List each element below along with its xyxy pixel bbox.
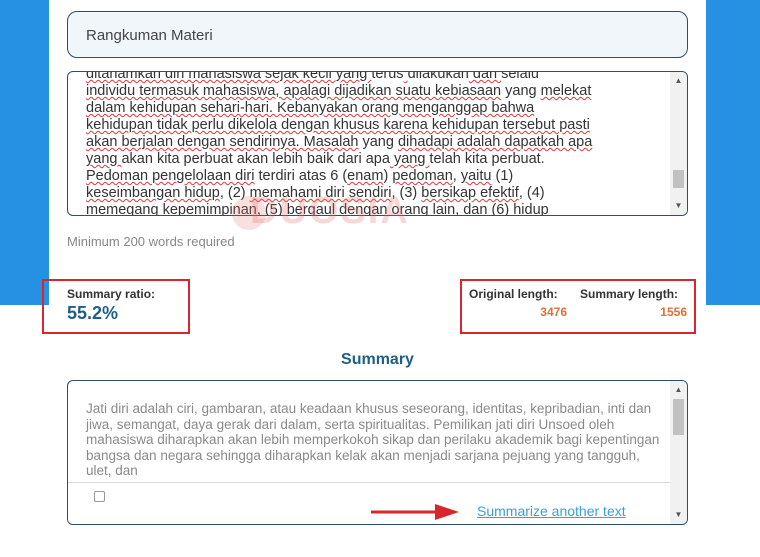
text-segment: telah kita perbuat. [429, 151, 545, 167]
summary-length-label: Summary length: [580, 287, 679, 301]
summary-text: Jati diri adalah ciri, gambaran, atau ke… [86, 401, 660, 478]
original-text-line: Pedoman pengelolaan diri terdiri atas 6 … [86, 168, 646, 185]
text-segment: (1) [491, 168, 514, 184]
text-segment: terdiri atas 6 ( [254, 168, 348, 184]
text-segment: yaitu [460, 168, 492, 184]
scroll-thumb[interactable] [673, 170, 684, 188]
text-segment: akan berjalan dengan sendirinya. Masalah [86, 134, 359, 150]
text-segment: pedoman [392, 168, 453, 184]
scroll-thumb[interactable] [673, 399, 684, 435]
summary-scrollbar[interactable]: ▲ ▼ [670, 381, 687, 524]
text-segment: yang [389, 151, 430, 167]
text-segment: ) [383, 168, 393, 184]
summary-heading: Summary [341, 351, 414, 368]
text-segment: hidup [513, 202, 549, 216]
summary-ratio-label: Summary ratio: [67, 287, 156, 301]
text-segment: ditanamkan diri mahasiswa sejak kecil ya… [86, 71, 372, 82]
original-text-line: kehidupan tidak perlu dikelola dengan kh… [86, 117, 646, 134]
original-text-line: ditanamkan diri mahasiswa sejak kecil ya… [86, 71, 646, 83]
text-segment: melekat [540, 83, 592, 99]
text-segment: dan [468, 71, 502, 82]
original-text-scrollbar[interactable]: ▲ ▼ [670, 72, 687, 215]
text-segment: , (4) [518, 185, 545, 201]
original-text-line: individu termasuk mahasiswa, apalagi dij… [86, 83, 646, 100]
select-checkbox[interactable] [94, 491, 105, 502]
text-segment: individu termasuk mahasiswa, apalagi dij… [86, 83, 502, 99]
original-text-line: akan berjalan dengan sendirinya. Masalah… [86, 134, 646, 151]
word-requirement-hint: Minimum 200 words required [67, 234, 235, 249]
text-segment: keseimbangan hidup [86, 185, 220, 201]
original-text-line: yang akan kita perbuat akan lebih baik d… [86, 151, 646, 168]
original-text-line: dalam kehidupan sehari-hari. Kebanyakan … [86, 100, 646, 117]
original-length-value: 3476 [540, 305, 567, 319]
text-segment: yang [358, 134, 398, 150]
text-segment: dilakukan [407, 71, 469, 82]
text-segment: Pedoman pengelolaan diri [86, 168, 255, 184]
summary-length-value: 1556 [660, 305, 687, 319]
text-segment: yang [501, 83, 541, 99]
summary-footer: Summarize another text [68, 482, 671, 524]
scroll-up-icon[interactable]: ▲ [670, 74, 687, 88]
text-segment: enam [347, 168, 384, 184]
text-segment: bersikap efektif [421, 185, 519, 201]
watermark: DUOSIA [250, 190, 410, 232]
scroll-down-icon[interactable]: ▼ [670, 199, 687, 213]
summary-ratio-value: 55.2% [67, 303, 119, 323]
text-segment: selalu [501, 71, 539, 82]
title-input[interactable]: Rangkuman Materi [67, 11, 688, 58]
text-segment: dihadapi adalah dapatkah apa [397, 134, 593, 150]
original-length-label: Original length: [469, 287, 558, 301]
scroll-up-icon[interactable]: ▲ [670, 383, 687, 397]
text-segment: terus [371, 71, 404, 82]
red-arrow-icon [371, 504, 459, 520]
text-segment: akan kita perbuat akan lebih baik dari a… [121, 151, 390, 167]
text-segment: yang [86, 151, 122, 167]
text-segment: , [452, 168, 461, 184]
scroll-down-icon[interactable]: ▼ [670, 508, 687, 522]
summarize-another-link[interactable]: Summarize another text [477, 503, 626, 519]
text-segment: dalam kehidupan sehari-hari. Kebanyakan … [86, 100, 535, 116]
text-segment: kehidupan tidak perlu dikelola dengan kh… [86, 117, 590, 133]
text-segment: , dan (6) [455, 202, 514, 216]
